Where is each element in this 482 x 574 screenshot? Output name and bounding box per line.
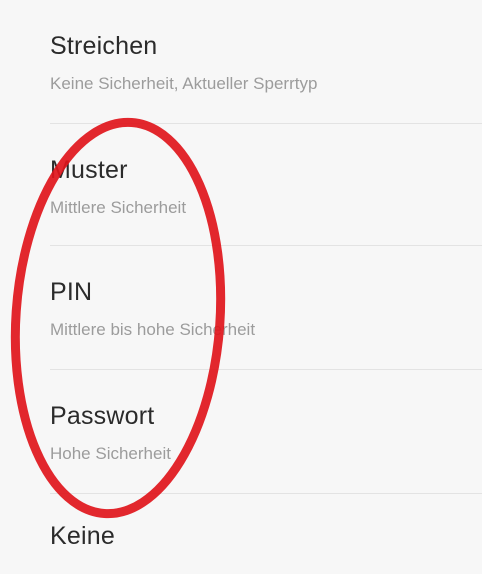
lock-type-subtitle: Keine Sicherheit, Aktueller Sperrtyp xyxy=(50,74,318,93)
lock-type-subtitle: Hohe Sicherheit xyxy=(50,444,171,463)
lock-type-pattern[interactable]: Muster Mittlere Sicherheit xyxy=(0,124,482,246)
lock-type-title: Muster xyxy=(50,156,128,184)
lock-type-password[interactable]: Passwort Hohe Sicherheit xyxy=(0,370,482,494)
lock-type-swipe[interactable]: Streichen Keine Sicherheit, Aktueller Sp… xyxy=(0,0,482,124)
lock-type-none[interactable]: Keine xyxy=(0,494,482,574)
lock-type-title: Streichen xyxy=(50,32,158,60)
lock-type-title: Passwort xyxy=(50,402,155,430)
lock-type-subtitle: Mittlere Sicherheit xyxy=(50,198,187,217)
lock-type-list: Streichen Keine Sicherheit, Aktueller Sp… xyxy=(0,0,482,574)
lock-type-pin[interactable]: PIN Mittlere bis hohe Sicherheit xyxy=(0,246,482,370)
screen-lock-type-screen: Streichen Keine Sicherheit, Aktueller Sp… xyxy=(0,0,482,574)
lock-type-subtitle: Mittlere bis hohe Sicherheit xyxy=(50,320,256,339)
lock-type-title: PIN xyxy=(50,278,93,306)
lock-type-title: Keine xyxy=(50,522,115,550)
